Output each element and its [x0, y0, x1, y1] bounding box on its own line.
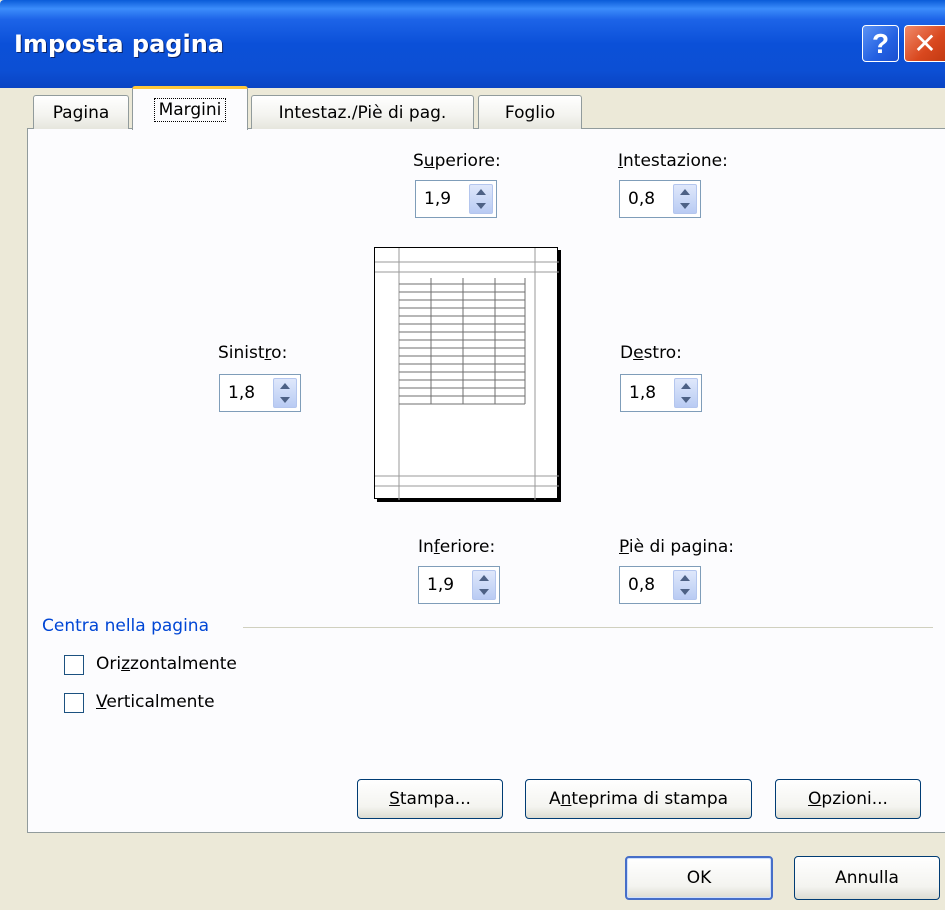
horizontal-center-label[interactable]: Orizzontalmente	[96, 654, 237, 674]
cancel-button[interactable]: Annulla	[794, 856, 940, 900]
spin-down-button[interactable]	[674, 585, 696, 599]
tab-label: Margini	[153, 97, 227, 122]
chevron-down-icon	[476, 203, 486, 209]
title-bar[interactable]: Imposta pagina ? ✕	[0, 0, 945, 88]
chevron-up-icon	[680, 575, 690, 581]
chevron-down-icon	[280, 397, 290, 403]
spinner-buttons	[673, 184, 697, 214]
header-margin-spinner[interactable]: 0,8	[619, 180, 701, 218]
footer-margin-spinner[interactable]: 0,8	[619, 566, 701, 604]
tab-label: Intestaz./Piè di pag.	[278, 102, 447, 123]
spinner-buttons	[472, 570, 496, 600]
left-margin-spinner[interactable]: 1,8	[219, 374, 301, 412]
close-icon: ✕	[913, 26, 937, 60]
group-divider	[243, 627, 933, 628]
bottom-margin-label: Inferiore:	[418, 537, 496, 557]
spin-up-button[interactable]	[274, 379, 296, 393]
ok-button[interactable]: OK	[625, 856, 773, 900]
ok-button-label: OK	[686, 868, 712, 888]
page-setup-dialog: Imposta pagina ? ✕ Pagina Margini Intest…	[0, 0, 945, 910]
print-button-label: Stampa...	[389, 789, 471, 809]
options-button-label: Opzioni...	[808, 789, 888, 809]
spinner-value[interactable]: 0,8	[628, 189, 655, 209]
center-group-label: Centra nella pagina	[42, 616, 209, 636]
spin-up-button[interactable]	[674, 185, 696, 199]
tab-margini[interactable]: Margini	[132, 86, 248, 130]
top-margin-label: Superiore:	[413, 151, 501, 171]
chevron-up-icon	[280, 383, 290, 389]
bottom-margin-spinner[interactable]: 1,9	[418, 566, 500, 604]
spin-up-button[interactable]	[473, 571, 495, 585]
chevron-up-icon	[476, 189, 486, 195]
spin-down-button[interactable]	[473, 585, 495, 599]
top-margin-spinner[interactable]: 1,9	[415, 180, 497, 218]
spin-up-button[interactable]	[674, 571, 696, 585]
tab-label: Pagina	[52, 102, 110, 123]
spinner-value[interactable]: 1,8	[228, 383, 255, 403]
right-margin-spinner[interactable]: 1,8	[620, 374, 702, 412]
chevron-down-icon	[479, 589, 489, 595]
chevron-up-icon	[680, 189, 690, 195]
chevron-down-icon	[680, 203, 690, 209]
spinner-buttons	[674, 378, 698, 408]
tab-label: Foglio	[504, 102, 556, 123]
spinner-value[interactable]: 1,9	[427, 575, 454, 595]
vertical-center-checkbox[interactable]	[64, 693, 84, 713]
spinner-buttons	[273, 378, 297, 408]
spin-down-button[interactable]	[470, 199, 492, 213]
page-preview	[374, 247, 559, 500]
chevron-up-icon	[479, 575, 489, 581]
print-button[interactable]: Stampa...	[357, 779, 503, 819]
spin-down-button[interactable]	[674, 199, 696, 213]
tab-pagina[interactable]: Pagina	[33, 95, 129, 129]
vertical-center-label[interactable]: Verticalmente	[96, 692, 215, 712]
spinner-buttons	[673, 570, 697, 600]
tab-foglio[interactable]: Foglio	[478, 95, 582, 129]
spin-up-button[interactable]	[675, 379, 697, 393]
horizontal-center-checkbox[interactable]	[64, 655, 84, 675]
options-button[interactable]: Opzioni...	[775, 779, 921, 819]
spin-down-button[interactable]	[274, 393, 296, 407]
header-margin-label: Intestazione:	[618, 151, 728, 171]
page-preview-graphic	[375, 248, 559, 500]
spin-up-button[interactable]	[470, 185, 492, 199]
spinner-value[interactable]: 1,9	[424, 189, 451, 209]
footer-margin-label: Piè di pagina:	[619, 537, 735, 557]
left-margin-label: Sinistro:	[218, 343, 288, 363]
chevron-up-icon	[681, 383, 691, 389]
close-button[interactable]: ✕	[904, 25, 945, 62]
chevron-down-icon	[681, 397, 691, 403]
cancel-button-label: Annulla	[835, 868, 899, 888]
chevron-down-icon	[680, 589, 690, 595]
help-button[interactable]: ?	[862, 25, 899, 62]
tab-intestazione-pie[interactable]: Intestaz./Piè di pag.	[251, 95, 474, 129]
spin-down-button[interactable]	[675, 393, 697, 407]
spinner-buttons	[469, 184, 493, 214]
right-margin-label: Destro:	[620, 343, 682, 363]
spinner-value[interactable]: 1,8	[629, 383, 656, 403]
print-preview-button[interactable]: Anteprima di stampa	[525, 779, 752, 819]
help-icon: ?	[871, 27, 890, 59]
window-title: Imposta pagina	[14, 30, 224, 58]
print-preview-button-label: Anteprima di stampa	[548, 789, 729, 809]
spinner-value[interactable]: 0,8	[628, 575, 655, 595]
